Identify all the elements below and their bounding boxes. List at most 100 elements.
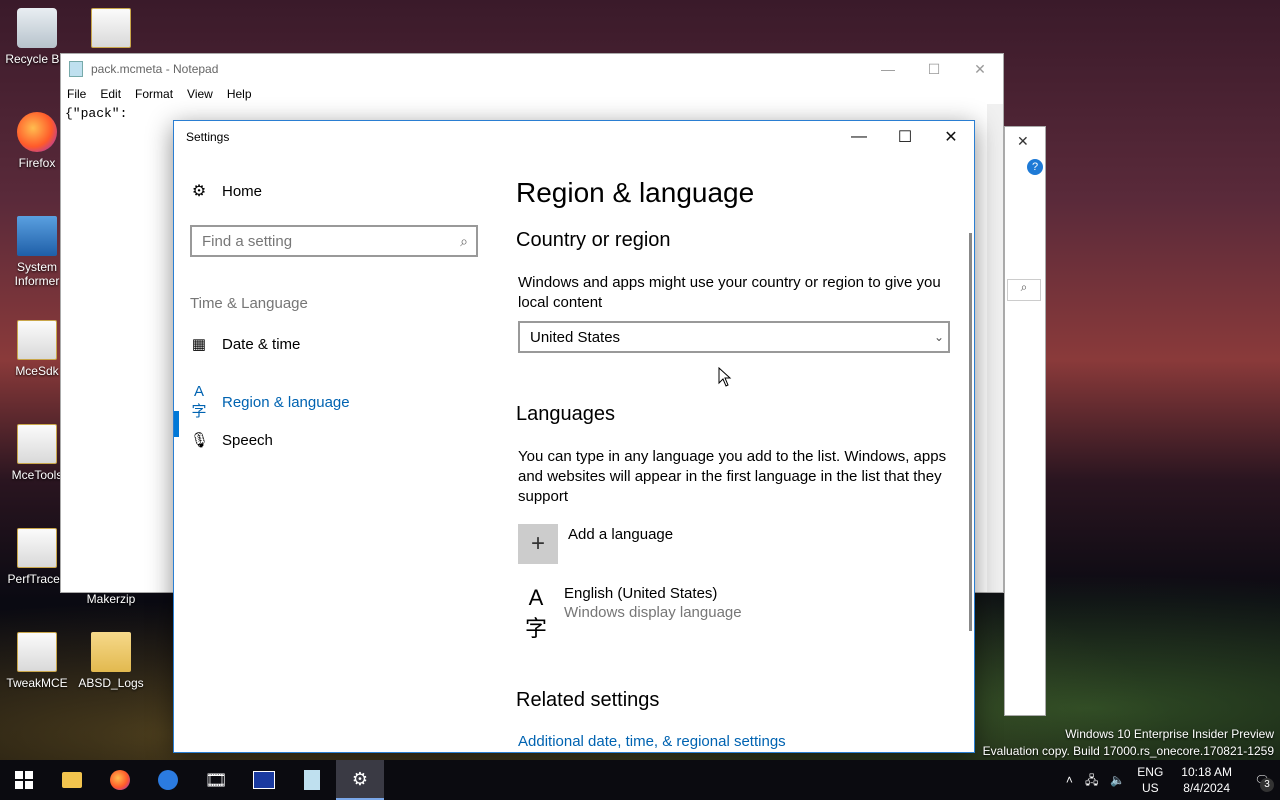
menu-format[interactable]: Format (135, 87, 173, 101)
close-button[interactable]: ✕ (957, 54, 1003, 84)
nav-item-label: Region & language (222, 393, 350, 411)
folder-doc-icon (17, 528, 57, 568)
close-icon[interactable]: ✕ (1017, 133, 1029, 150)
network-icon[interactable]: 🖧 (1079, 772, 1104, 788)
watermark-line1: Windows 10 Enterprise Insider Preview (1065, 727, 1274, 741)
active-indicator (174, 411, 179, 437)
menu-help[interactable]: Help (227, 87, 252, 101)
search-icon[interactable]: ⌕ (1007, 279, 1041, 301)
help-icon[interactable]: ? (1027, 159, 1043, 175)
desktop-icon-label: Makerzip (86, 592, 136, 606)
chevron-up-icon[interactable]: ˄ (1060, 772, 1079, 788)
windows-watermark: Windows 10 Enterprise Insider Preview Ev… (983, 726, 1274, 760)
nav-group-heading: Time & Language (190, 295, 308, 312)
film-reel-icon: 🎞 (204, 769, 228, 790)
maximize-button[interactable]: ☐ (882, 121, 928, 153)
minimize-button[interactable]: — (865, 54, 911, 84)
menu-file[interactable]: File (67, 87, 86, 101)
system-tray: ˄ 🖧 🔈 ENG US 10:18 AM 8/4/2024 🗨 3 (1060, 760, 1280, 800)
volume-icon[interactable]: 🔈 (1104, 772, 1131, 788)
nav-item-speech[interactable]: 🎙 Speech (190, 431, 273, 450)
language-name: English (United States) (564, 585, 718, 602)
menu-edit[interactable]: Edit (100, 87, 121, 101)
language-settings-icon: A字 (524, 585, 547, 641)
menu-view[interactable]: View (187, 87, 213, 101)
desktop-icon-absd-logs[interactable]: ABSD_Logs (74, 632, 148, 690)
taskbar: 🎞 ⚙ ˄ 🖧 🔈 ENG US 10:18 AM 8/4/2024 🗨 3 (0, 760, 1280, 800)
language-sub: Windows display language (564, 604, 742, 621)
taskbar-media-player[interactable] (144, 760, 192, 800)
country-selected: United States (530, 328, 621, 346)
folder-doc-icon (17, 320, 57, 360)
languages-description: You can type in any language you add to … (518, 448, 947, 505)
notification-count: 3 (1260, 778, 1274, 792)
notepad-icon (304, 770, 320, 790)
minimize-button[interactable]: — (836, 121, 882, 153)
desktop-icon-folder[interactable] (74, 8, 148, 52)
settings-scrollbar[interactable] (969, 233, 972, 631)
nav-item-label: Speech (222, 431, 273, 449)
notepad-title: pack.mcmeta - Notepad (91, 62, 219, 76)
language-item[interactable]: A字 English (United States) Windows displ… (518, 585, 742, 643)
folder-doc-icon (17, 632, 57, 672)
lang-bottom: US (1141, 781, 1159, 795)
folder-icon (91, 632, 131, 672)
country-description: Windows and apps might use your country … (518, 274, 941, 311)
microphone-icon: 🎙 (190, 432, 210, 449)
plus-icon: + (518, 524, 558, 564)
find-setting-search[interactable]: Find a setting ⌕ (190, 225, 478, 257)
language-icon: A字 (191, 383, 207, 420)
system-informer-icon (17, 216, 57, 256)
folder-icon (62, 772, 82, 788)
desktop-icon-tweakmce[interactable]: TweakMCE (0, 632, 74, 690)
regional-settings-link[interactable]: Additional date, time, & regional settin… (518, 733, 786, 750)
folder-doc-icon (17, 424, 57, 464)
languages-heading: Languages (516, 403, 615, 425)
calendar-clock-icon: ▦ (191, 336, 207, 353)
country-dropdown[interactable]: United States ⌄ (518, 321, 950, 353)
nav-item-label: Date & time (222, 335, 301, 353)
media-player-icon (158, 770, 178, 790)
taskbar-notepad[interactable] (288, 760, 336, 800)
taskbar-firefox[interactable] (96, 760, 144, 800)
input-language-indicator[interactable]: ENG US (1131, 764, 1169, 796)
recycle-bin-icon (17, 8, 57, 48)
country-heading: Country or region (516, 229, 671, 251)
page-title: Region & language (516, 177, 755, 208)
settings-content: Region & language Country or region Wind… (516, 153, 952, 752)
add-language-button[interactable]: + Add a language (518, 524, 673, 564)
nav-item-region-language[interactable]: A字 Region & language (190, 383, 350, 421)
clock[interactable]: 10:18 AM 8/4/2024 (1169, 764, 1244, 796)
start-button[interactable] (0, 760, 48, 800)
explorer-window-background[interactable]: ✕ ? ⌕ (1004, 126, 1046, 716)
notepad-window-controls: — ☐ ✕ (865, 54, 1003, 84)
folder-doc-icon (91, 8, 131, 48)
close-button[interactable]: ✕ (928, 121, 974, 153)
firefox-icon (17, 112, 57, 152)
search-icon: ⌕ (460, 232, 468, 249)
windows-logo-icon (15, 771, 33, 789)
app-window-icon (253, 771, 275, 789)
settings-window[interactable]: Settings — ☐ ✕ ⚙ Home Find a setting ⌕ T… (173, 120, 975, 753)
notepad-scrollbar[interactable] (987, 104, 1003, 592)
maximize-button[interactable]: ☐ (911, 54, 957, 84)
nav-home[interactable]: ⚙ Home (190, 181, 262, 201)
taskbar-file-explorer[interactable] (48, 760, 96, 800)
gear-icon: ⚙ (351, 768, 369, 789)
gear-icon: ⚙ (191, 183, 207, 200)
clock-date: 8/4/2024 (1183, 781, 1230, 795)
taskbar-app[interactable] (240, 760, 288, 800)
action-center-button[interactable]: 🗨 3 (1244, 772, 1280, 792)
nav-home-label: Home (222, 182, 263, 200)
nav-item-date-time[interactable]: ▦ Date & time (190, 335, 301, 354)
taskbar-movie-maker[interactable]: 🎞 (192, 760, 240, 800)
chevron-down-icon: ⌄ (933, 330, 944, 344)
notepad-menubar: File Edit Format View Help (61, 84, 1003, 104)
settings-nav: ⚙ Home Find a setting ⌕ Time & Language … (174, 153, 494, 752)
mouse-cursor-icon (718, 367, 732, 387)
desktop-icon-label: ABSD_Logs (78, 676, 144, 690)
taskbar-settings[interactable]: ⚙ (336, 760, 384, 800)
watermark-line2: Evaluation copy. Build 17000.rs_onecore.… (982, 744, 1274, 758)
notepad-icon (69, 61, 83, 77)
desktop-icon-label: TweakMCE (6, 676, 68, 690)
